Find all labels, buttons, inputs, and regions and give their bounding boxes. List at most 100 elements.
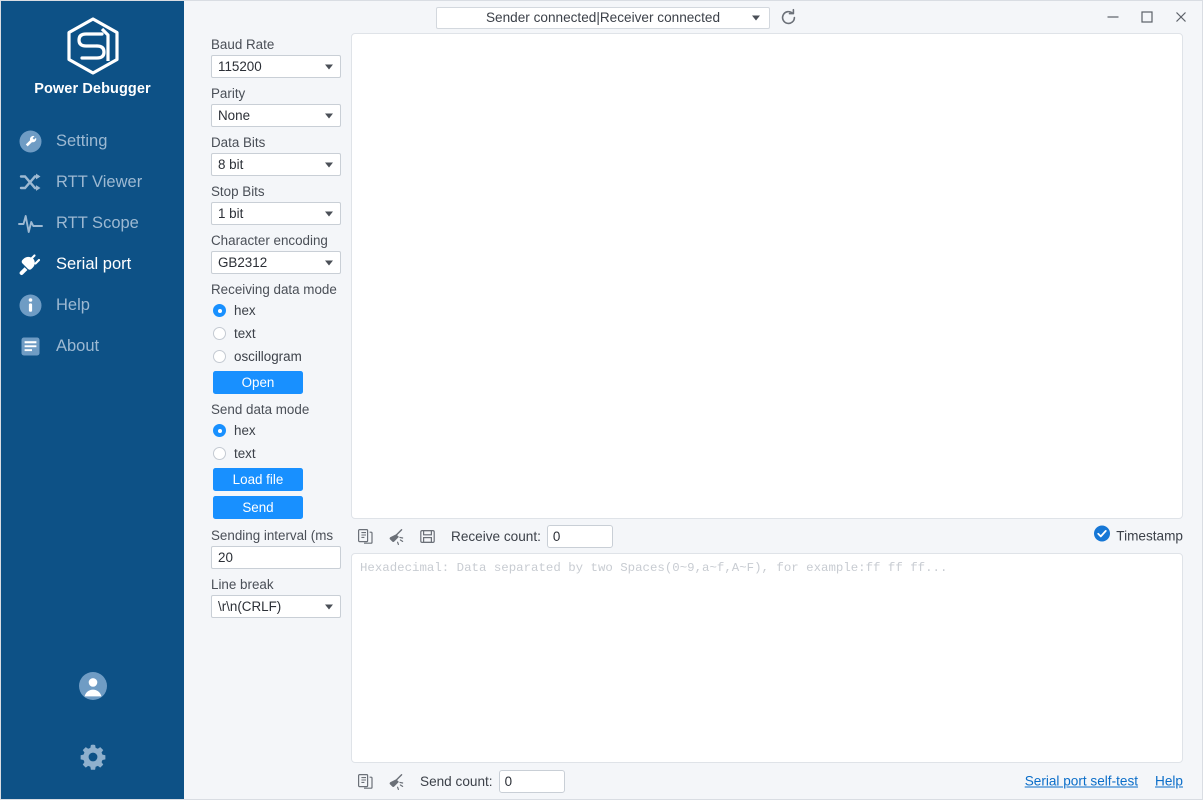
chevron-down-icon xyxy=(325,260,333,265)
radio-label: hex xyxy=(234,423,256,438)
baud-rate-value: 115200 xyxy=(218,59,262,74)
baud-rate-select[interactable]: 115200 xyxy=(211,55,341,78)
send-toolbar: Send count: Serial port self-test Help xyxy=(343,763,1202,799)
port-status-select[interactable]: Sender connected|Receiver connected xyxy=(436,7,770,29)
chevron-down-icon xyxy=(325,64,333,69)
chevron-down-icon xyxy=(325,113,333,118)
timestamp-checkbox[interactable]: Timestamp xyxy=(1094,525,1183,547)
close-icon[interactable] xyxy=(1166,8,1196,26)
copy-document-icon[interactable] xyxy=(352,524,378,548)
data-bits-value: 8 bit xyxy=(218,157,244,172)
check-circle-icon xyxy=(1094,525,1111,547)
account-avatar-icon[interactable] xyxy=(1,671,184,706)
receive-mode-radio-oscillogram[interactable]: oscillogram xyxy=(211,345,343,368)
footer-links: Serial port self-test Help xyxy=(1025,774,1183,789)
radio-indicator xyxy=(213,350,226,363)
settings-gear-icon[interactable] xyxy=(1,743,184,776)
sending-interval-input[interactable] xyxy=(211,546,341,569)
sidebar-item-rtt-viewer[interactable]: RTT Viewer xyxy=(1,162,184,203)
chevron-down-icon xyxy=(325,162,333,167)
sidebar-item-label: Serial port xyxy=(56,255,132,273)
receiving-data-mode-label: Receiving data mode xyxy=(211,282,337,297)
minimize-icon[interactable] xyxy=(1098,8,1128,26)
sending-interval-label: Sending interval (ms xyxy=(211,528,334,543)
sidebar-item-serial-port[interactable]: Serial port xyxy=(1,244,184,285)
sidebar-item-setting[interactable]: Setting xyxy=(1,121,184,162)
load-file-button[interactable]: Load file xyxy=(213,468,303,491)
receive-mode-radio-text[interactable]: text xyxy=(211,322,343,345)
line-break-select[interactable]: \r\n(CRLF) xyxy=(211,595,341,618)
refresh-icon[interactable] xyxy=(779,8,799,28)
send-input-area[interactable] xyxy=(351,553,1183,763)
parity-value: None xyxy=(218,108,251,123)
sidebar-item-about[interactable]: About xyxy=(1,326,184,367)
sidebar-item-rtt-scope[interactable]: RTT Scope xyxy=(1,203,184,244)
maximize-icon[interactable] xyxy=(1132,8,1162,26)
radio-label: text xyxy=(234,326,256,341)
info-circle-icon xyxy=(15,291,45,321)
baud-rate-label: Baud Rate xyxy=(211,37,275,52)
receive-count-input[interactable] xyxy=(546,524,613,548)
line-break-label: Line break xyxy=(211,577,274,592)
radio-label: hex xyxy=(234,303,256,318)
power-plug-icon xyxy=(15,250,45,280)
stop-bits-value: 1 bit xyxy=(218,206,244,221)
send-data-mode-label: Send data mode xyxy=(211,402,310,417)
sidebar-item-label: Help xyxy=(56,296,90,314)
receive-count-label: Receive count: xyxy=(451,528,541,544)
send-mode-radio-hex[interactable]: hex xyxy=(211,419,343,442)
radio-label: text xyxy=(234,446,256,461)
send-count-label: Send count: xyxy=(420,773,493,789)
broom-clear-icon[interactable] xyxy=(383,524,409,548)
character-encoding-label: Character encoding xyxy=(211,233,328,248)
chevron-down-icon xyxy=(325,211,333,216)
parity-label: Parity xyxy=(211,86,246,101)
radio-indicator xyxy=(213,424,226,437)
data-bits-select[interactable]: 8 bit xyxy=(211,153,341,176)
open-port-button[interactable]: Open xyxy=(213,371,303,394)
document-list-icon xyxy=(15,332,45,362)
character-encoding-value: GB2312 xyxy=(218,255,268,270)
radio-indicator xyxy=(213,327,226,340)
shuffle-icon xyxy=(15,168,45,198)
send-button[interactable]: Send xyxy=(213,496,303,519)
copy-document-icon[interactable] xyxy=(352,769,378,793)
help-link[interactable]: Help xyxy=(1155,774,1183,789)
radio-indicator xyxy=(213,304,226,317)
broom-clear-icon[interactable] xyxy=(383,769,409,793)
parity-select[interactable]: None xyxy=(211,104,341,127)
stop-bits-select[interactable]: 1 bit xyxy=(211,202,341,225)
sidebar-item-label: RTT Scope xyxy=(56,214,139,232)
chevron-down-icon xyxy=(325,604,333,609)
floppy-save-icon[interactable] xyxy=(414,524,440,548)
wrench-circle-icon xyxy=(15,127,45,157)
send-count-input[interactable] xyxy=(498,769,565,793)
cube-logo-icon xyxy=(1,15,184,77)
receive-toolbar: Receive count: Timestamp xyxy=(343,519,1202,553)
title-bar: Sender connected|Receiver connected xyxy=(343,1,1202,31)
sidebar: Power Debugger Setting RTT Viewer RTT Sc… xyxy=(1,1,184,799)
app-logo: Power Debugger xyxy=(1,1,184,97)
serial-settings-panel: Baud Rate 115200 Parity None Data Bits 8… xyxy=(184,1,343,799)
sidebar-item-label: RTT Viewer xyxy=(56,173,143,191)
port-status-value: Sender connected|Receiver connected xyxy=(485,10,721,25)
app-title: Power Debugger xyxy=(34,81,151,97)
waveform-icon xyxy=(15,209,45,239)
sidebar-nav: Setting RTT Viewer RTT Scope Serial port… xyxy=(1,121,184,367)
data-bits-label: Data Bits xyxy=(211,135,266,150)
receive-display-area[interactable] xyxy=(351,33,1183,519)
character-encoding-select[interactable]: GB2312 xyxy=(211,251,341,274)
chevron-down-icon xyxy=(752,15,760,21)
sidebar-item-label: Setting xyxy=(56,132,108,150)
main-area: Sender connected|Receiver connected Rece… xyxy=(343,1,1202,799)
receive-mode-radio-hex[interactable]: hex xyxy=(211,299,343,322)
line-break-value: \r\n(CRLF) xyxy=(218,599,282,614)
radio-indicator xyxy=(213,447,226,460)
sidebar-item-help[interactable]: Help xyxy=(1,285,184,326)
send-mode-radio-text[interactable]: text xyxy=(211,442,343,465)
app-window: Power Debugger Setting RTT Viewer RTT Sc… xyxy=(0,0,1203,800)
sidebar-item-label: About xyxy=(56,337,100,355)
stop-bits-label: Stop Bits xyxy=(211,184,265,199)
serial-port-self-test-link[interactable]: Serial port self-test xyxy=(1025,774,1138,789)
timestamp-label: Timestamp xyxy=(1116,528,1183,544)
